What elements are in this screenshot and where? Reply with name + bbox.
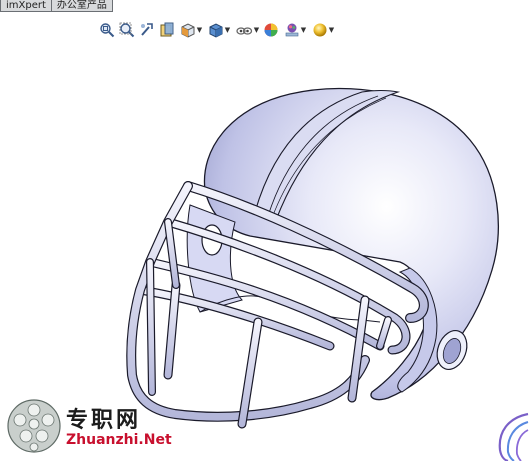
view-settings-button[interactable]: ▼: [310, 21, 336, 39]
view-settings-icon: [313, 23, 327, 37]
tab-bar: imXpert 办公室产品: [0, 0, 113, 13]
display-style-button[interactable]: ▼: [206, 21, 232, 39]
zoom-to-fit-icon: [100, 23, 115, 38]
tab-office-products[interactable]: 办公室产品: [51, 0, 113, 12]
view-orientation-icon: [181, 23, 195, 38]
helmet-inner-liner: [186, 204, 243, 313]
chevron-down-icon: ▼: [300, 25, 307, 34]
apply-scene-button[interactable]: ▼: [282, 21, 308, 39]
apply-scene-icon: [285, 23, 299, 37]
view-orientation-button[interactable]: ▼: [178, 21, 204, 39]
hide-show-items-icon: [236, 27, 252, 35]
section-view-button[interactable]: [158, 21, 176, 39]
tab-simxpert[interactable]: imXpert: [0, 0, 52, 12]
corner-swirl-logo: [498, 412, 529, 461]
watermark-domain-text: Zhuanzhi.Net: [66, 432, 172, 448]
previous-view-button[interactable]: [138, 21, 156, 39]
chevron-down-icon: ▼: [253, 25, 260, 34]
chevron-down-icon: ▼: [196, 25, 203, 34]
zoom-to-area-button[interactable]: [118, 21, 136, 39]
zoom-to-area-icon: [119, 22, 135, 38]
graphics-viewport[interactable]: [0, 44, 529, 461]
hide-show-items-button[interactable]: ▼: [234, 21, 260, 39]
edit-appearance-button[interactable]: [262, 21, 280, 39]
section-view-icon: [160, 22, 174, 37]
watermark-chinese-text: 专职网: [66, 408, 142, 433]
chevron-down-icon: ▼: [328, 25, 335, 34]
previous-view-icon: [141, 23, 153, 36]
edit-appearance-icon: [264, 23, 278, 37]
zoom-to-fit-button[interactable]: [98, 21, 116, 39]
heads-up-view-toolbar: ▼ ▼ ▼ ▼ ▼: [98, 20, 336, 40]
watermark-ball-logo: [7, 399, 61, 453]
chevron-down-icon: ▼: [224, 25, 231, 34]
helmet-model[interactable]: [126, 87, 499, 429]
display-style-icon: [209, 23, 223, 38]
